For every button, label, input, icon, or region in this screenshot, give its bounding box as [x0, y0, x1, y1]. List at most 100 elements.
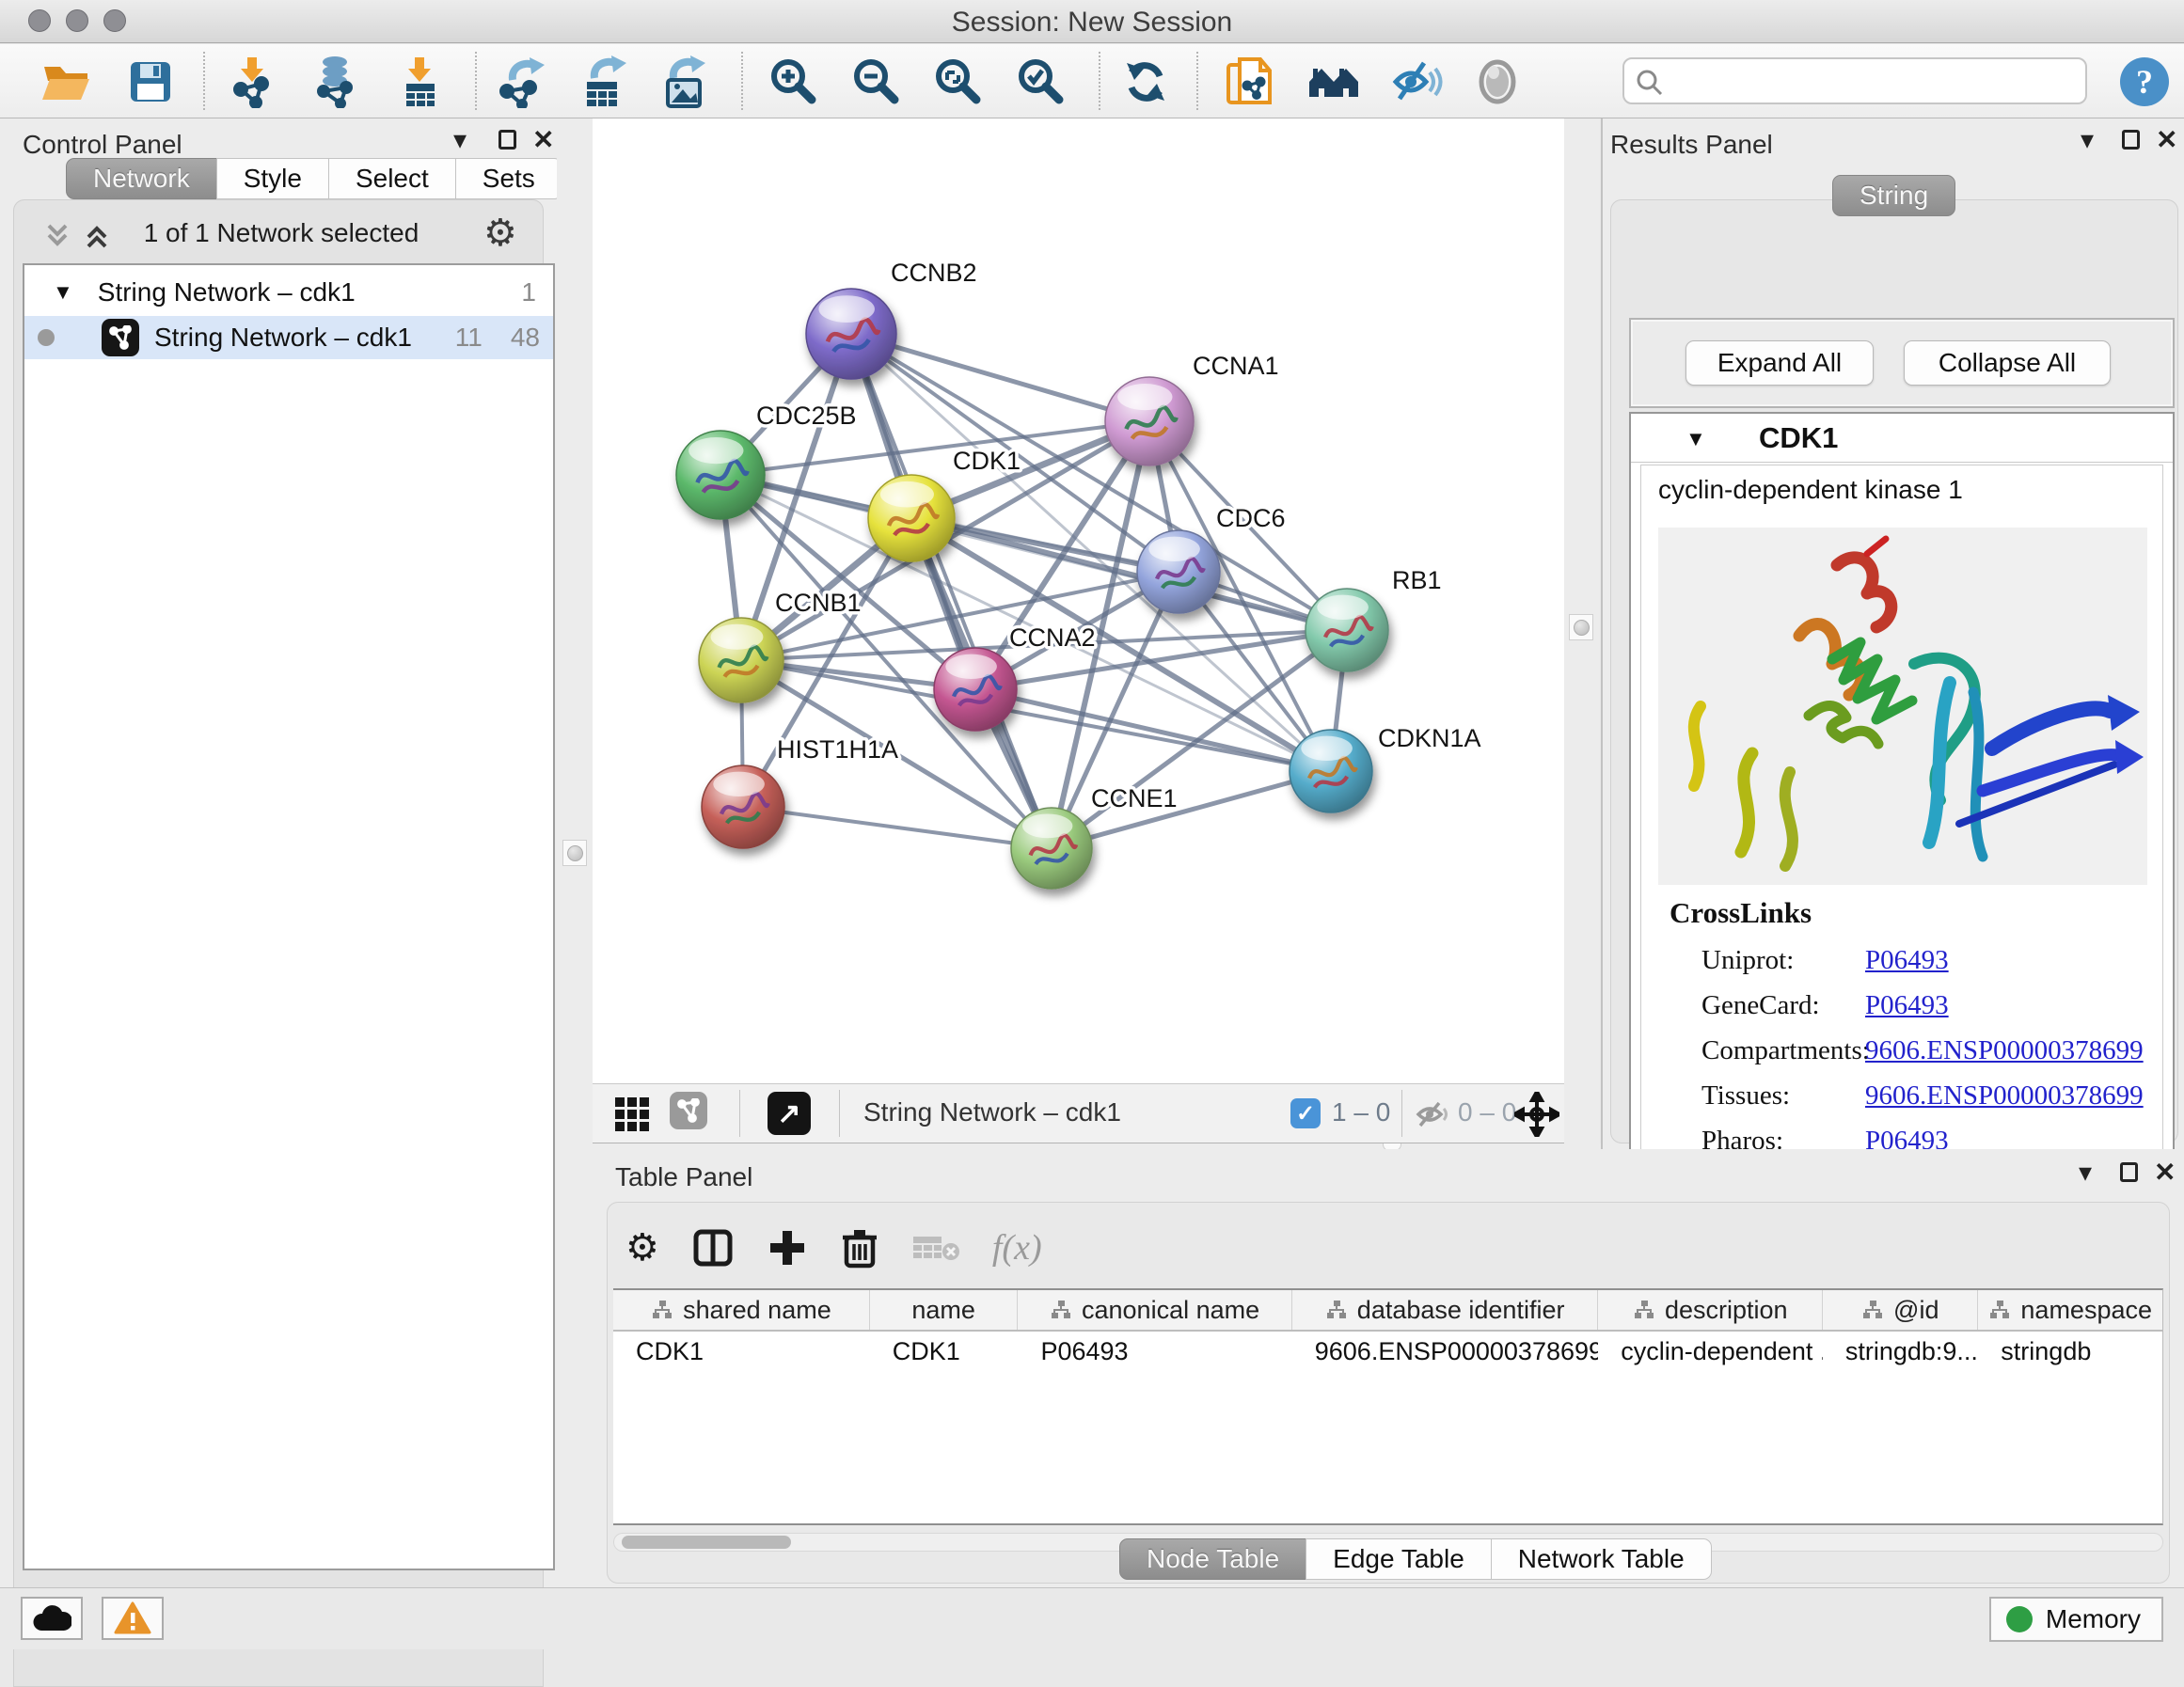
column-header-3[interactable]: database identifier [1292, 1290, 1599, 1330]
collapse-all-networks-icon[interactable] [41, 220, 73, 252]
float-results-icon[interactable] [2122, 130, 2140, 154]
export-table-icon[interactable] [578, 55, 630, 108]
column-header-2[interactable]: canonical name [1018, 1290, 1291, 1330]
left-splitter-handle[interactable] [562, 840, 587, 866]
import-table-file-icon[interactable] [395, 55, 448, 108]
tab-style[interactable]: Style [216, 158, 329, 199]
import-network-database-icon[interactable] [310, 55, 363, 108]
delete-column-icon[interactable] [840, 1226, 879, 1269]
column-header-6[interactable]: namespace [1978, 1290, 2162, 1330]
table-options-gear-icon[interactable]: ⚙ [625, 1229, 659, 1267]
save-session-icon[interactable] [124, 55, 177, 108]
tab-select[interactable]: Select [328, 158, 456, 199]
collapse-all-button[interactable]: Collapse All [1904, 340, 2111, 386]
node-RB1[interactable] [1306, 589, 1388, 671]
scrollbar-thumb[interactable] [622, 1536, 791, 1549]
zoom-in-icon[interactable] [767, 55, 819, 108]
network-graph[interactable]: CCNB2CCNA1CDC25BCDK1CDC6RB1CCNB1CCNA2CDK… [593, 118, 1564, 1083]
edge-HIST1H1A-CCNE1[interactable] [743, 807, 1052, 848]
show-columns-icon[interactable] [691, 1226, 735, 1269]
tab-string-results[interactable]: String [1832, 175, 1955, 216]
right-splitter-handle[interactable] [1569, 614, 1593, 640]
collection-expand-icon[interactable]: ▼ [53, 280, 73, 305]
left-splitter[interactable] [557, 118, 593, 1587]
zoom-selected-icon[interactable] [1014, 55, 1067, 108]
collapse-table-icon[interactable]: ▾ [2079, 1159, 2092, 1187]
hidden-eye-icon[interactable] [1415, 1097, 1452, 1131]
right-splitter[interactable] [1564, 118, 1600, 1149]
tab-sets[interactable]: Sets [455, 158, 562, 199]
network-row[interactable]: String Network – cdk1 11 48 [24, 316, 553, 359]
cloud-button[interactable] [21, 1597, 83, 1640]
float-table-icon[interactable] [2120, 1162, 2138, 1187]
pan-crosshair-icon[interactable] [1514, 1092, 1559, 1137]
cell-shared-name[interactable]: CDK1 [613, 1332, 870, 1373]
import-network-file-icon[interactable] [228, 55, 280, 108]
hide-graphics-icon[interactable] [1390, 55, 1443, 108]
grid-view-icon[interactable] [615, 1097, 649, 1131]
tab-network[interactable]: Network [66, 158, 217, 199]
cell-id[interactable]: stringdb:9... [1823, 1332, 1978, 1373]
cell-canonical-name[interactable]: P06493 [1018, 1332, 1291, 1373]
node-CCNA1[interactable] [1105, 377, 1194, 465]
column-header-4[interactable]: description [1598, 1290, 1823, 1330]
tab-network-table[interactable]: Network Table [1491, 1538, 1712, 1580]
node-CDKN1A[interactable] [1290, 730, 1372, 812]
column-header-0[interactable]: shared name [613, 1290, 870, 1330]
graphics-details-icon[interactable] [1471, 55, 1524, 108]
detach-view-icon[interactable]: ↗ [768, 1092, 811, 1135]
node-CCNE1[interactable] [1011, 808, 1092, 889]
expand-all-button[interactable]: Expand All [1685, 340, 1874, 386]
open-file-icon[interactable] [40, 55, 92, 108]
node-HIST1H1A[interactable] [702, 765, 784, 848]
zoom-fit-icon[interactable] [931, 55, 984, 108]
export-network-icon[interactable] [496, 55, 548, 108]
close-panel-icon[interactable]: ✕ [532, 126, 554, 154]
crosslink-link[interactable]: P06493 [1865, 945, 1949, 976]
add-column-icon[interactable] [767, 1227, 808, 1269]
export-image-icon[interactable] [658, 55, 711, 108]
collapse-panel-icon[interactable]: ▾ [453, 126, 467, 154]
clone-network-icon[interactable] [1225, 55, 1277, 108]
selected-checkbox-icon[interactable]: ✓ [1290, 1098, 1321, 1128]
collapse-entry-icon[interactable]: ▼ [1685, 427, 1706, 451]
tab-node-table[interactable]: Node Table [1119, 1538, 1306, 1580]
warnings-button[interactable] [102, 1597, 164, 1640]
network-options-gear-icon[interactable]: ⚙ [483, 214, 517, 252]
network-canvas[interactable]: CCNB2CCNA1CDC25BCDK1CDC6RB1CCNB1CCNA2CDK… [593, 118, 1564, 1083]
node-CDK1[interactable] [868, 475, 955, 561]
refresh-icon[interactable] [1119, 55, 1172, 108]
close-table-icon[interactable]: ✕ [2154, 1159, 2176, 1187]
title-bar: Session: New Session [0, 0, 2184, 43]
tab-edge-table[interactable]: Edge Table [1306, 1538, 1492, 1580]
help-icon[interactable]: ? [2118, 55, 2171, 108]
column-header-5[interactable]: @id [1823, 1290, 1978, 1330]
search-input[interactable] [1675, 63, 2075, 99]
network-collection-row[interactable]: ▼ String Network – cdk1 1 [24, 271, 553, 314]
network-badge-icon[interactable] [670, 1092, 707, 1129]
node-result-header[interactable]: ▼ CDK1 [1631, 414, 2173, 463]
cell-name[interactable]: CDK1 [870, 1332, 1019, 1373]
table-row[interactable]: CDK1 CDK1 P06493 9606.ENSP00000378699 cy… [613, 1332, 2162, 1373]
column-header-1[interactable]: name [870, 1290, 1018, 1330]
cell-namespace[interactable]: stringdb [1978, 1332, 2162, 1373]
float-panel-icon[interactable] [499, 130, 516, 154]
crosslink-link[interactable]: 9606.ENSP00000378699 [1865, 1080, 2144, 1112]
zoom-out-icon[interactable] [849, 55, 902, 108]
crosslink-link[interactable]: 9606.ENSP00000378699 [1865, 1035, 2144, 1066]
expand-all-networks-icon[interactable] [81, 220, 113, 252]
collapse-results-icon[interactable]: ▾ [2081, 126, 2094, 154]
edge-CCNB2-CCNA1[interactable] [851, 334, 1149, 421]
node-CDC25B[interactable] [676, 431, 765, 519]
string-home-icon[interactable] [1307, 55, 1360, 108]
crosslink-link[interactable]: P06493 [1865, 990, 1949, 1021]
memory-button[interactable]: Memory [1989, 1597, 2163, 1642]
node-CCNB1[interactable] [699, 618, 783, 702]
node-CDC6[interactable] [1137, 530, 1220, 613]
node-CCNB2[interactable] [806, 289, 896, 379]
cell-description[interactable]: cyclin-dependent ... [1598, 1332, 1823, 1373]
cell-database-identifier[interactable]: 9606.ENSP00000378699 [1292, 1332, 1598, 1373]
node-CCNA2[interactable] [934, 648, 1017, 731]
toolbar-separator [1196, 52, 1198, 110]
close-results-icon[interactable]: ✕ [2156, 126, 2177, 154]
